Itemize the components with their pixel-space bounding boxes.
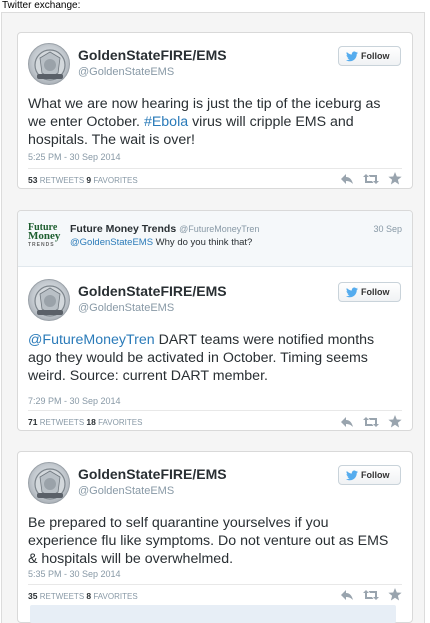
tweet-timestamp[interactable]: 5:35 PM - 30 Sep 2014 — [28, 569, 121, 580]
avatar[interactable] — [28, 462, 70, 504]
tweet-exchange-container: GoldenStateFIRE/EMS @GoldenStateEMS Foll… — [1, 12, 425, 623]
tweet-stats: 35 RETWEETS 8 FAVORITES — [28, 591, 138, 602]
badge-icon — [34, 468, 66, 500]
follow-label: Follow — [361, 470, 390, 480]
reply-author-name: Future Money Trends — [70, 223, 177, 235]
favorite-star-icon[interactable] — [388, 172, 402, 190]
tweet-stats: 71 RETWEETS 18 FAVORITES — [28, 417, 142, 428]
tweet-timestamp[interactable]: 5:25 PM - 30 Sep 2014 — [28, 152, 121, 163]
hashtag-link[interactable]: #Ebola — [144, 114, 188, 130]
follow-label: Follow — [361, 287, 390, 297]
bottom-bar — [30, 605, 396, 623]
retweet-icon[interactable] — [363, 415, 379, 430]
favorite-star-icon[interactable] — [388, 588, 402, 606]
tweet-stats: 53 RETWEETS 9 FAVORITES — [28, 175, 138, 186]
author-name[interactable]: GoldenStateFIRE/EMS — [78, 466, 227, 483]
retweet-icon[interactable] — [363, 588, 379, 606]
author-handle[interactable]: @GoldenStateEMS — [78, 484, 174, 498]
reply-text: @GoldenStateEMS Why do you think that? — [70, 237, 252, 248]
mention-link[interactable]: @GoldenStateEMS — [70, 237, 153, 248]
follow-button[interactable]: Follow — [338, 465, 401, 485]
retweet-count[interactable]: 71 — [28, 417, 37, 427]
favorite-count[interactable]: 8 — [86, 591, 91, 601]
tweet-text: Be prepared to self quarantine yourselve… — [28, 515, 389, 567]
tweet-timestamp[interactable]: 7:29 PM - 30 Sep 2014 — [28, 396, 121, 407]
favorite-count[interactable]: 9 — [86, 175, 91, 185]
logo-text: Money — [28, 230, 61, 242]
retweets-label: RETWEETS — [39, 176, 85, 185]
avatar[interactable] — [28, 43, 70, 85]
avatar[interactable] — [28, 279, 70, 321]
author-name[interactable]: GoldenStateFIRE/EMS — [78, 283, 227, 300]
logo-text: TRENDS — [28, 242, 55, 248]
favorites-label: FAVORITES — [93, 592, 138, 601]
reply-icon[interactable] — [340, 588, 354, 606]
author-handle[interactable]: @GoldenStateEMS — [78, 301, 174, 315]
tweet-card-1: GoldenStateFIRE/EMS @GoldenStateEMS Foll… — [17, 32, 413, 189]
reply-author-handle: @FutureMoneyTren — [179, 224, 260, 234]
page-heading: Twitter exchange: — [2, 0, 81, 11]
reply-icon[interactable] — [340, 172, 354, 190]
tweet-card-3: GoldenStateFIRE/EMS @GoldenStateEMS Foll… — [17, 451, 413, 623]
retweet-icon[interactable] — [363, 172, 379, 190]
divider — [28, 584, 402, 585]
favorites-label: FAVORITES — [98, 418, 143, 427]
favorite-star-icon[interactable] — [388, 415, 402, 430]
retweet-count[interactable]: 53 — [28, 175, 37, 185]
mention-link[interactable]: @FutureMoneyTren — [28, 332, 155, 348]
badge-icon — [34, 49, 66, 81]
follow-button[interactable]: Follow — [338, 46, 401, 66]
favorites-label: FAVORITES — [93, 176, 138, 185]
retweets-label: RETWEETS — [39, 592, 85, 601]
author-name[interactable]: GoldenStateFIRE/EMS — [78, 47, 227, 64]
reply-text-part: Why do you think that? — [153, 237, 253, 248]
twitter-bird-icon — [346, 287, 358, 298]
twitter-bird-icon — [346, 470, 358, 481]
tweet-actions — [340, 415, 404, 429]
favorite-count[interactable]: 18 — [86, 417, 95, 427]
future-money-trends-logo: Future Money TRENDS — [28, 223, 62, 253]
author-handle[interactable]: @GoldenStateEMS — [78, 65, 174, 79]
divider — [28, 410, 402, 411]
tweet-actions — [340, 588, 404, 602]
tweet-card-2: Future Money TRENDS Future Money Trends … — [17, 210, 413, 431]
tweet-actions — [340, 172, 404, 186]
reply-author[interactable]: Future Money Trends @FutureMoneyTren — [70, 223, 259, 235]
tweet-text: @FutureMoneyTren DART teams were notifie… — [28, 331, 398, 385]
reply-date[interactable]: 30 Sep — [373, 224, 402, 234]
follow-label: Follow — [361, 51, 390, 61]
follow-button[interactable]: Follow — [338, 282, 401, 302]
retweets-label: RETWEETS — [39, 418, 85, 427]
tweet-text: What we are now hearing is just the tip … — [28, 95, 398, 149]
reply-icon[interactable] — [340, 415, 354, 430]
badge-icon — [34, 285, 66, 317]
twitter-bird-icon — [346, 51, 358, 62]
retweet-count[interactable]: 35 — [28, 591, 37, 601]
in-reply-to-tweet[interactable]: Future Money TRENDS Future Money Trends … — [18, 211, 412, 267]
divider — [28, 168, 402, 169]
